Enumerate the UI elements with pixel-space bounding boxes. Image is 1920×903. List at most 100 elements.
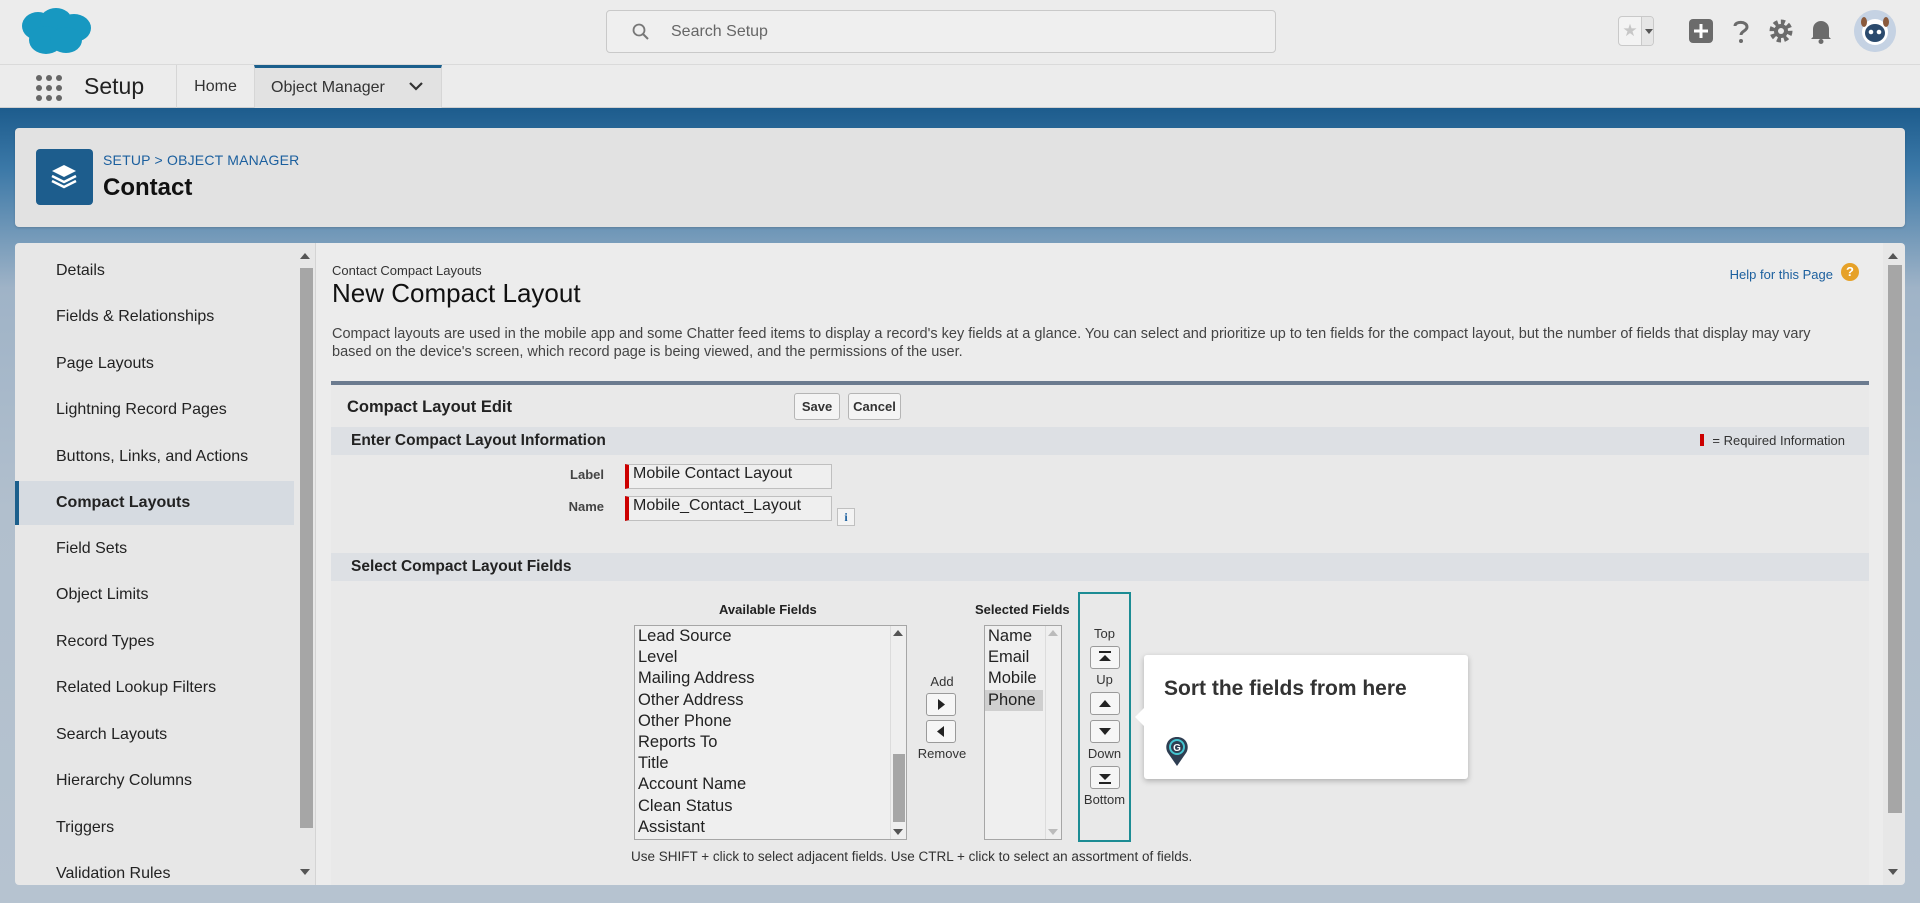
label-input[interactable]: Mobile Contact Layout <box>625 464 832 489</box>
app-navigation: Setup Home Object Manager <box>0 64 1920 109</box>
sidebar-item-compact-layouts[interactable]: Compact Layouts <box>15 481 294 525</box>
required-marker-icon <box>1700 434 1705 446</box>
sidebar-item-lightning-record-pages[interactable]: Lightning Record Pages <box>15 388 294 432</box>
section-layout-fields: Select Compact Layout Fields <box>331 553 1869 581</box>
sidebar-item-related-lookup-filters[interactable]: Related Lookup Filters <box>15 666 294 710</box>
notifications-bell-icon[interactable] <box>1806 16 1836 46</box>
move-top-button[interactable] <box>1090 646 1120 669</box>
cancel-button[interactable]: Cancel <box>848 393 901 420</box>
save-button[interactable]: Save <box>794 393 840 420</box>
list-item[interactable]: Reports To <box>635 732 906 753</box>
down-label: Down <box>1087 746 1122 761</box>
section-layout-information: Enter Compact Layout Information = Requi… <box>331 427 1869 455</box>
available-fields-caption: Available Fields <box>719 602 817 617</box>
scroll-up-icon[interactable] <box>1048 630 1058 636</box>
content-scrollbar[interactable] <box>1885 249 1903 879</box>
sidebar-item-page-layouts[interactable]: Page Layouts <box>15 342 294 386</box>
sidebar-item-object-limits[interactable]: Object Limits <box>15 573 294 617</box>
move-up-button[interactable] <box>1090 692 1120 715</box>
search-input[interactable] <box>671 17 1251 47</box>
scrollbar-thumb[interactable] <box>893 754 905 822</box>
chevron-down-icon[interactable] <box>407 77 425 95</box>
list-item[interactable]: Other Address <box>635 690 906 711</box>
star-icon[interactable]: ★ <box>1619 17 1641 45</box>
app-launcher-icon[interactable] <box>36 75 64 101</box>
arrow-right-icon <box>938 699 945 710</box>
tab-home[interactable]: Home <box>176 65 254 109</box>
list-item[interactable]: Lead Source <box>635 626 906 647</box>
list-item[interactable]: Mailing Address <box>635 668 906 689</box>
arrow-up-icon <box>1099 700 1111 707</box>
info-icon[interactable]: i <box>837 508 855 526</box>
sidebar-item-search-layouts[interactable]: Search Layouts <box>15 713 294 757</box>
scrollbar-thumb[interactable] <box>300 268 313 828</box>
section-title: Enter Compact Layout Information <box>351 432 606 449</box>
guide-pin-icon[interactable]: G <box>1164 735 1190 767</box>
help-for-page-link[interactable]: Help for this Page <box>1730 267 1833 282</box>
sidebar-scrollbar[interactable] <box>297 249 314 879</box>
tab-object-manager[interactable]: Object Manager <box>254 65 442 109</box>
layers-icon <box>36 149 93 205</box>
list-item[interactable]: Level <box>635 647 906 668</box>
favorites-menu-button[interactable] <box>1641 17 1653 45</box>
content-kicker: Contact Compact Layouts <box>332 263 482 278</box>
scroll-up-icon[interactable] <box>300 253 310 259</box>
main-card: Details Fields & Relationships Page Layo… <box>15 243 1905 885</box>
breadcrumb[interactable]: SETUP > OBJECT MANAGER <box>103 152 299 168</box>
global-actions-icon[interactable] <box>1686 16 1716 46</box>
list-item[interactable]: Other Phone <box>635 711 906 732</box>
remove-button[interactable] <box>926 720 956 743</box>
gear-icon[interactable] <box>1766 16 1796 46</box>
tooltip-arrow <box>1135 708 1144 726</box>
guide-tooltip[interactable]: Sort the fields from here G <box>1135 655 1468 779</box>
selected-fields-list[interactable]: Name Email Mobile Phone <box>984 625 1062 840</box>
user-avatar[interactable] <box>1854 10 1896 52</box>
scroll-down-icon[interactable] <box>1888 869 1898 875</box>
add-label: Add <box>930 674 954 689</box>
sidebar-item-details[interactable]: Details <box>15 249 294 293</box>
arrow-left-icon <box>937 726 944 737</box>
salesforce-logo[interactable] <box>18 6 94 58</box>
sidebar-item-buttons-links-actions[interactable]: Buttons, Links, and Actions <box>15 435 294 479</box>
list-item[interactable]: Account Name <box>635 774 906 795</box>
edit-block-title: Compact Layout Edit <box>347 398 513 416</box>
sidebar-item-hierarchy-columns[interactable]: Hierarchy Columns <box>15 759 294 803</box>
name-input[interactable]: Mobile_Contact_Layout <box>625 496 832 521</box>
list-scrollbar[interactable] <box>890 626 906 839</box>
move-bottom-button[interactable] <box>1090 766 1120 789</box>
content-title: New Compact Layout <box>332 278 581 308</box>
scroll-up-icon[interactable] <box>893 630 903 636</box>
move-down-button[interactable] <box>1090 720 1120 743</box>
arrow-down-icon <box>1099 728 1111 735</box>
scroll-down-icon[interactable] <box>893 829 903 835</box>
required-legend: = Required Information <box>1700 433 1845 448</box>
help-circle-icon[interactable]: ? <box>1841 263 1859 281</box>
up-label: Up <box>1096 672 1113 687</box>
list-item[interactable]: Title <box>635 753 906 774</box>
sidebar-item-validation-rules[interactable]: Validation Rules <box>15 852 294 885</box>
tooltip-text: Sort the fields from here <box>1164 677 1407 700</box>
help-icon[interactable] <box>1726 16 1756 46</box>
scroll-up-icon[interactable] <box>1888 253 1898 259</box>
available-fields-list[interactable]: Lead Source Level Mailing Address Other … <box>634 625 907 840</box>
sidebar-item-fields-relationships[interactable]: Fields & Relationships <box>15 295 294 339</box>
sidebar-item-record-types[interactable]: Record Types <box>15 620 294 664</box>
description-text: Compact layouts are used in the mobile a… <box>332 326 1811 360</box>
move-bottom-icon <box>1099 774 1111 784</box>
list-scrollbar[interactable] <box>1045 626 1061 839</box>
setup-search[interactable] <box>606 10 1276 53</box>
section-title: Select Compact Layout Fields <box>351 558 572 575</box>
favorites-button[interactable]: ★ <box>1618 16 1654 46</box>
add-button[interactable] <box>926 693 956 716</box>
sidebar-item-field-sets[interactable]: Field Sets <box>15 527 294 571</box>
list-item-selected[interactable]: Phone <box>985 689 1043 711</box>
scrollbar-thumb[interactable] <box>1888 265 1902 813</box>
scroll-down-icon[interactable] <box>300 869 310 875</box>
list-item[interactable]: Clean Status <box>635 796 906 817</box>
top-label: Top <box>1094 626 1115 641</box>
scroll-down-icon[interactable] <box>1048 829 1058 835</box>
sidebar-item-triggers[interactable]: Triggers <box>15 806 294 850</box>
astro-avatar-icon <box>1854 10 1896 52</box>
page-title: Contact <box>103 174 193 201</box>
list-item[interactable]: Assistant <box>635 817 906 838</box>
